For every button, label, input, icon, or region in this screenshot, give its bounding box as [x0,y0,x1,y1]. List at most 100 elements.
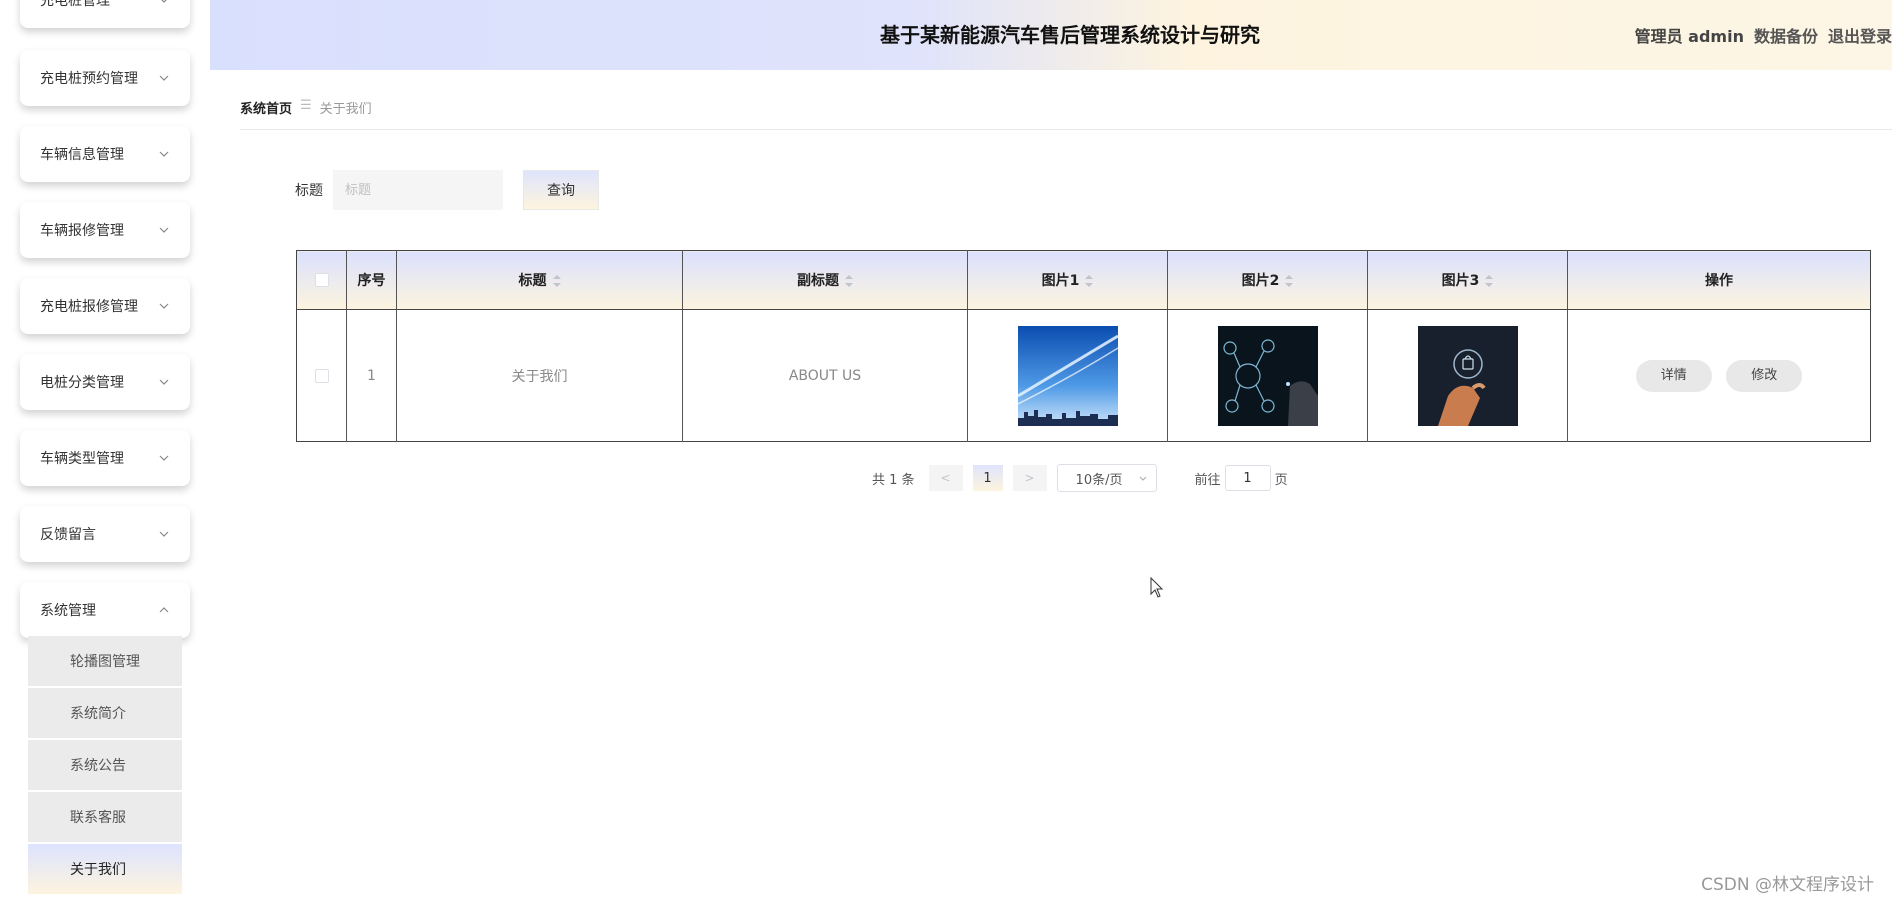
sidebar-item-pile-category[interactable]: 电桩分类管理 [20,354,190,410]
goto-prefix: 前往 [1194,472,1221,488]
header-label: 图片3 [1441,273,1480,289]
breadcrumb-home[interactable]: 系统首页 [240,98,292,117]
sidebar-item-vehicle-type[interactable]: 车辆类型管理 [20,430,190,486]
logout-link[interactable]: 退出登录 [1828,23,1892,47]
table-row: 1 关于我们 ABOUT US 详情 修改 [296,309,1871,442]
chevron-down-icon [159,455,169,461]
chevron-down-icon [159,531,169,537]
prev-page-button[interactable]: < [928,465,963,491]
chevron-up-icon [159,607,169,613]
watermark: CSDN @林文程序设计 [1701,875,1874,895]
breadcrumb: 系统首页 ☰ 关于我们 [240,98,1892,130]
sidebar-item-vehicle-repair[interactable]: 车辆报修管理 [20,202,190,258]
security-lock-image[interactable] [1417,325,1518,426]
submenu-item-label: 系统简介 [70,706,126,722]
sidebar-item-label: 系统管理 [40,603,96,619]
header-label: 图片1 [1041,273,1080,289]
search-bar: 标题 查询 [295,170,599,210]
submenu-item-notice[interactable]: 系统公告 [28,740,182,792]
sort-icon[interactable] [1485,275,1494,287]
row-img1-cell [967,309,1168,442]
sidebar-item-label: 车辆报修管理 [40,223,124,239]
sidebar-item-vehicle-info[interactable]: 车辆信息管理 [20,126,190,182]
header-actions: 操作 [1567,250,1871,310]
detail-button[interactable]: 详情 [1635,359,1712,392]
sidebar-item-label: 车辆类型管理 [40,451,124,467]
row-checkbox[interactable] [314,368,329,383]
header-title[interactable]: 标题 [396,250,683,310]
submenu-item-service[interactable]: 联系客服 [28,792,182,844]
header-img3[interactable]: 图片3 [1367,250,1568,310]
table-header-row: 序号 标题 副标题 图片1 图片2 图片3 操作 [296,250,1871,310]
header-label: 标题 [518,273,547,289]
page-size-value: 10条/页 [1075,472,1123,488]
select-all-checkbox[interactable] [314,273,329,287]
header-img2[interactable]: 图片2 [1167,250,1368,310]
sidebar-item-system[interactable]: 系统管理 [20,582,190,638]
header-index: 序号 [346,250,397,310]
sort-icon[interactable] [1285,275,1294,287]
sidebar-item-pile-booking[interactable]: 充电桩预约管理 [20,50,190,106]
sidebar-item-pile-repair[interactable]: 充电桩报修管理 [20,278,190,334]
submenu-item-intro[interactable]: 系统简介 [28,688,182,740]
submenu-item-label: 联系客服 [70,810,126,826]
goto-page-input[interactable] [1224,465,1271,491]
submenu-item-label: 关于我们 [70,862,126,878]
city-skyline-image[interactable] [1017,325,1118,426]
header-label: 序号 [357,273,386,289]
sort-icon[interactable] [845,275,853,287]
chevron-down-icon [159,75,169,81]
page-number-1[interactable]: 1 [972,465,1003,491]
header-img1[interactable]: 图片1 [967,250,1168,310]
chevron-down-icon [159,379,169,385]
row-title: 关于我们 [396,309,683,442]
row-subtitle: ABOUT US [682,309,968,442]
system-submenu: 轮播图管理 系统简介 系统公告 联系客服 关于我们 [28,636,182,896]
search-button[interactable]: 查询 [523,170,599,210]
header-subtitle[interactable]: 副标题 [682,250,968,310]
submenu-item-about-us[interactable]: 关于我们 [28,844,182,896]
submenu-item-carousel[interactable]: 轮播图管理 [28,636,182,688]
sidebar-item-label: 车辆信息管理 [40,147,124,163]
search-label: 标题 [295,183,323,199]
chevron-down-icon [161,0,167,3]
chevron-down-icon [159,151,169,157]
sort-icon[interactable] [552,275,561,287]
sidebar-item-charging-pile[interactable]: 充电桩管理 [20,0,190,28]
row-img3-cell [1367,309,1568,442]
breadcrumb-separator-icon: ☰ [300,98,312,113]
chevron-down-icon [1139,476,1146,481]
data-table: 序号 标题 副标题 图片1 图片2 图片3 操作 1 关于我们 ABOUT US [296,250,1871,442]
sidebar-item-label: 电桩分类管理 [40,375,124,391]
title-search-input[interactable] [333,170,503,210]
pagination: 共 1 条 < 1 > 10条/页 前往 页 [872,464,1288,492]
header-label: 操作 [1705,273,1733,289]
chevron-down-icon [159,303,169,309]
goto-suffix: 页 [1274,472,1288,488]
backup-link[interactable]: 数据备份 [1754,23,1818,47]
row-img2-cell [1167,309,1368,442]
sidebar-item-label: 充电桩管理 [40,0,110,9]
next-page-button[interactable]: > [1012,465,1047,491]
row-select-cell[interactable] [296,309,347,442]
total-count: 共 1 条 [872,472,915,488]
breadcrumb-current: 关于我们 [319,102,372,117]
sort-icon[interactable] [1085,275,1094,287]
submenu-item-label: 系统公告 [70,758,126,774]
top-header: 基于某新能源汽车售后管理系统设计与研究 管理员 admin 数据备份 退出登录 [210,0,1892,70]
submenu-item-label: 轮播图管理 [70,654,140,670]
page-size-select[interactable]: 10条/页 [1056,464,1157,492]
sidebar: 充电桩管理 充电桩预约管理 车辆信息管理 车辆报修管理 充电桩报修管理 电桩分类… [0,0,210,901]
edit-button[interactable]: 修改 [1726,359,1803,392]
sidebar-item-label: 充电桩报修管理 [40,299,138,315]
user-label: 管理员 admin [1634,27,1744,46]
chevron-down-icon [159,227,169,233]
header-label: 副标题 [797,273,839,289]
sidebar-item-feedback[interactable]: 反馈留言 [20,506,190,562]
sidebar-item-label: 反馈留言 [40,527,96,543]
header-label: 图片2 [1241,273,1280,289]
header-select-all[interactable] [296,250,347,310]
tech-network-image[interactable] [1217,325,1318,426]
sidebar-item-label: 充电桩预约管理 [40,71,138,87]
row-actions-cell: 详情 修改 [1567,309,1871,442]
